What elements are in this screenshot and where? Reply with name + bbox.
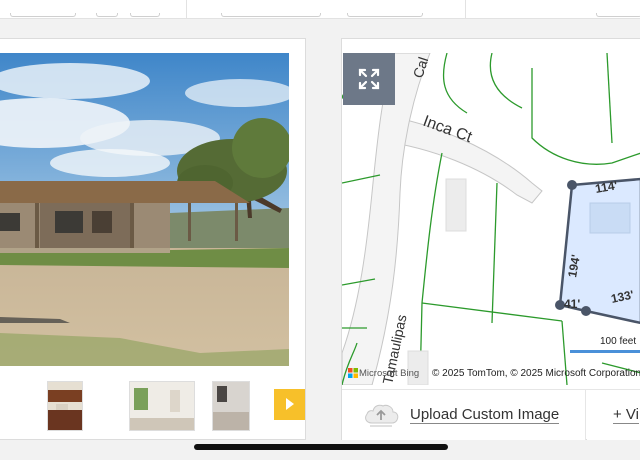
toolbar-control[interactable] — [347, 13, 423, 17]
top-toolbar — [0, 0, 640, 19]
map-panel: Inca Ct Tamaulipas Cal 114' 194' 41' 133… — [341, 38, 640, 440]
expand-map-button[interactable] — [343, 53, 395, 105]
map-actions: Upload Custom Image + Vi — [342, 389, 640, 440]
map-scale-label: 100 feet — [600, 336, 637, 347]
dimension-bottom-left: 41' — [564, 297, 580, 311]
view-button-label: + Vi — [613, 406, 639, 424]
microsoft-logo-icon — [348, 368, 358, 378]
house-photo — [0, 53, 289, 366]
cloud-upload-icon — [365, 404, 399, 427]
play-icon — [286, 398, 294, 410]
toolbar-control[interactable] — [596, 13, 640, 17]
main-photo[interactable] — [0, 53, 289, 366]
upload-custom-image-button[interactable]: Upload Custom Image — [342, 390, 586, 440]
parcel-map[interactable]: Inca Ct Tamaulipas Cal 114' 194' 41' 133… — [342, 53, 640, 385]
map-attribution: © 2025 TomTom, © 2025 Microsoft Corporat… — [432, 368, 640, 379]
toolbar-section — [466, 0, 640, 18]
upload-custom-image-label: Upload Custom Image — [410, 406, 560, 424]
thumbnail-kitchen[interactable] — [47, 381, 83, 431]
expand-icon — [358, 68, 380, 90]
toolbar-control[interactable] — [10, 13, 76, 17]
next-photo-button[interactable] — [274, 389, 305, 420]
thumbnail-strip — [0, 369, 305, 439]
toolbar-section — [187, 0, 466, 18]
home-indicator — [194, 444, 448, 450]
toolbar-icon[interactable] — [96, 13, 118, 17]
view-button[interactable]: + Vi — [587, 390, 640, 440]
toolbar-section — [0, 0, 187, 18]
toolbar-control[interactable] — [221, 13, 321, 17]
map-scale-bar — [570, 350, 640, 353]
bing-label: Microsoft Bing — [359, 368, 420, 379]
thumbnail-room[interactable] — [129, 381, 195, 431]
toolbar-control[interactable] — [130, 13, 160, 17]
photo-gallery-panel — [0, 38, 306, 440]
thumbnail-bathroom[interactable] — [212, 381, 250, 431]
